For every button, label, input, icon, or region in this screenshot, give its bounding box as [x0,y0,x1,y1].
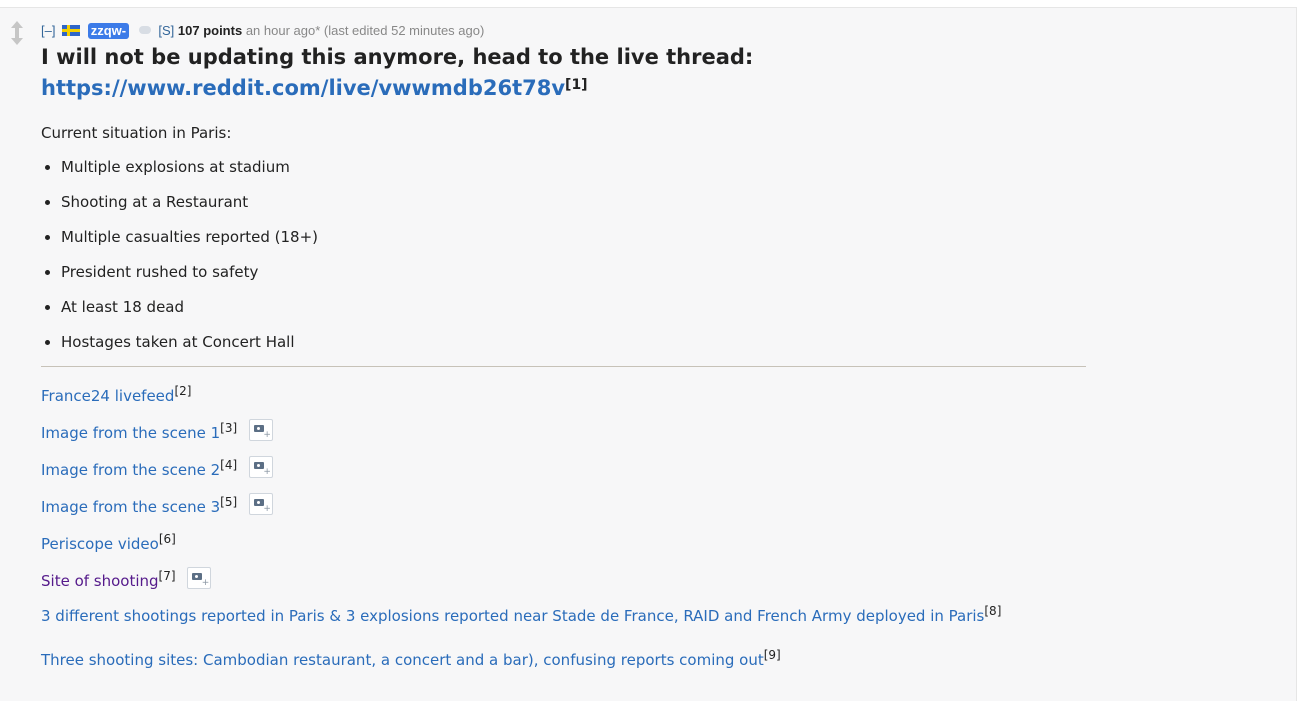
intro-text: Current situation in Paris: [41,124,232,142]
link-row: Site of shooting[7] + [41,566,1271,603]
arrow-down-icon[interactable] [11,33,23,45]
footnote-ref: [9] [763,648,781,662]
comment-body: I will not be updating this anymore, hea… [41,43,1271,669]
periscope-video-link[interactable]: Periscope video [41,535,159,553]
headline-text: I will not be updating this anymore, hea… [41,45,754,69]
scene-image-1-link[interactable]: Image from the scene 1 [41,424,220,442]
list-item: At least 18 dead [45,297,1271,332]
link-row: Three shooting sites: Cambodian restaura… [41,645,1271,669]
footnote-ref: [7] [158,569,176,583]
score: 107 points [177,23,243,38]
vote-controls [10,21,24,45]
link-row: Image from the scene 1[3] + [41,418,1271,455]
source-links: France24 livefeed[2] Image from the scen… [41,381,1271,669]
author-link[interactable]: zzqw- [87,23,130,39]
image-expando-icon[interactable]: + [187,567,212,589]
site-of-shooting-link[interactable]: Site of shooting [41,572,159,590]
comment-tagline: [–] zzqw- [S] 107 points an hour ago* (l… [41,21,1271,41]
footnote-ref: [6] [158,532,176,546]
gilded-icon [138,26,151,34]
list-item: President rushed to safety [45,262,1271,297]
three-sites-link[interactable]: Three shooting sites: Cambodian restaura… [41,651,764,669]
live-thread-link[interactable]: https://www.reddit.com/live/vwwmdb26t78v [41,76,565,100]
comment: [–] zzqw- [S] 107 points an hour ago* (l… [0,7,1297,701]
page: [–] zzqw- [S] 107 points an hour ago* (l… [0,0,1300,701]
image-expando-icon[interactable]: + [248,419,273,441]
link-row: 3 different shootings reported in Paris … [41,603,1086,645]
footnote-ref: [3] [220,421,238,435]
comment-entry: [–] zzqw- [S] 107 points an hour ago* (l… [41,21,1271,669]
shootings-report-link[interactable]: 3 different shootings reported in Paris … [41,607,984,625]
link-row: Periscope video[6] [41,529,1271,566]
link-row: Image from the scene 3[5] + [41,492,1271,529]
footnote-ref: [4] [220,458,238,472]
sweden-flag-icon [62,25,81,36]
list-item: Multiple explosions at stadium [45,157,1271,192]
submitter-tag[interactable]: [S] [158,23,174,38]
arrow-up-icon[interactable] [11,21,23,33]
footnote-ref: [5] [220,495,238,509]
edited-note: (last edited 52 minutes ago) [323,23,485,38]
situation-list: Multiple explosions at stadium Shooting … [41,157,1271,367]
footnote-ref: [8] [984,604,1002,618]
timestamp: an hour ago* [245,23,321,38]
scene-image-3-link[interactable]: Image from the scene 3 [41,498,220,516]
list-item: Hostages taken at Concert Hall [45,332,1271,367]
image-expando-icon[interactable]: + [248,456,273,478]
footnote-ref: [1] [565,77,588,93]
footnote-ref: [2] [174,384,192,398]
list-item: Multiple casualties reported (18+) [45,227,1271,262]
collapse-toggle[interactable]: [–] [41,23,55,38]
france24-link[interactable]: France24 livefeed [41,387,174,405]
headline: I will not be updating this anymore, hea… [41,43,1271,102]
scene-image-2-link[interactable]: Image from the scene 2 [41,461,220,479]
image-expando-icon[interactable]: + [248,493,273,515]
link-row: Image from the scene 2[4] + [41,455,1271,492]
link-row: France24 livefeed[2] [41,381,1271,418]
list-item: Shooting at a Restaurant [45,192,1271,227]
divider [41,366,1086,367]
